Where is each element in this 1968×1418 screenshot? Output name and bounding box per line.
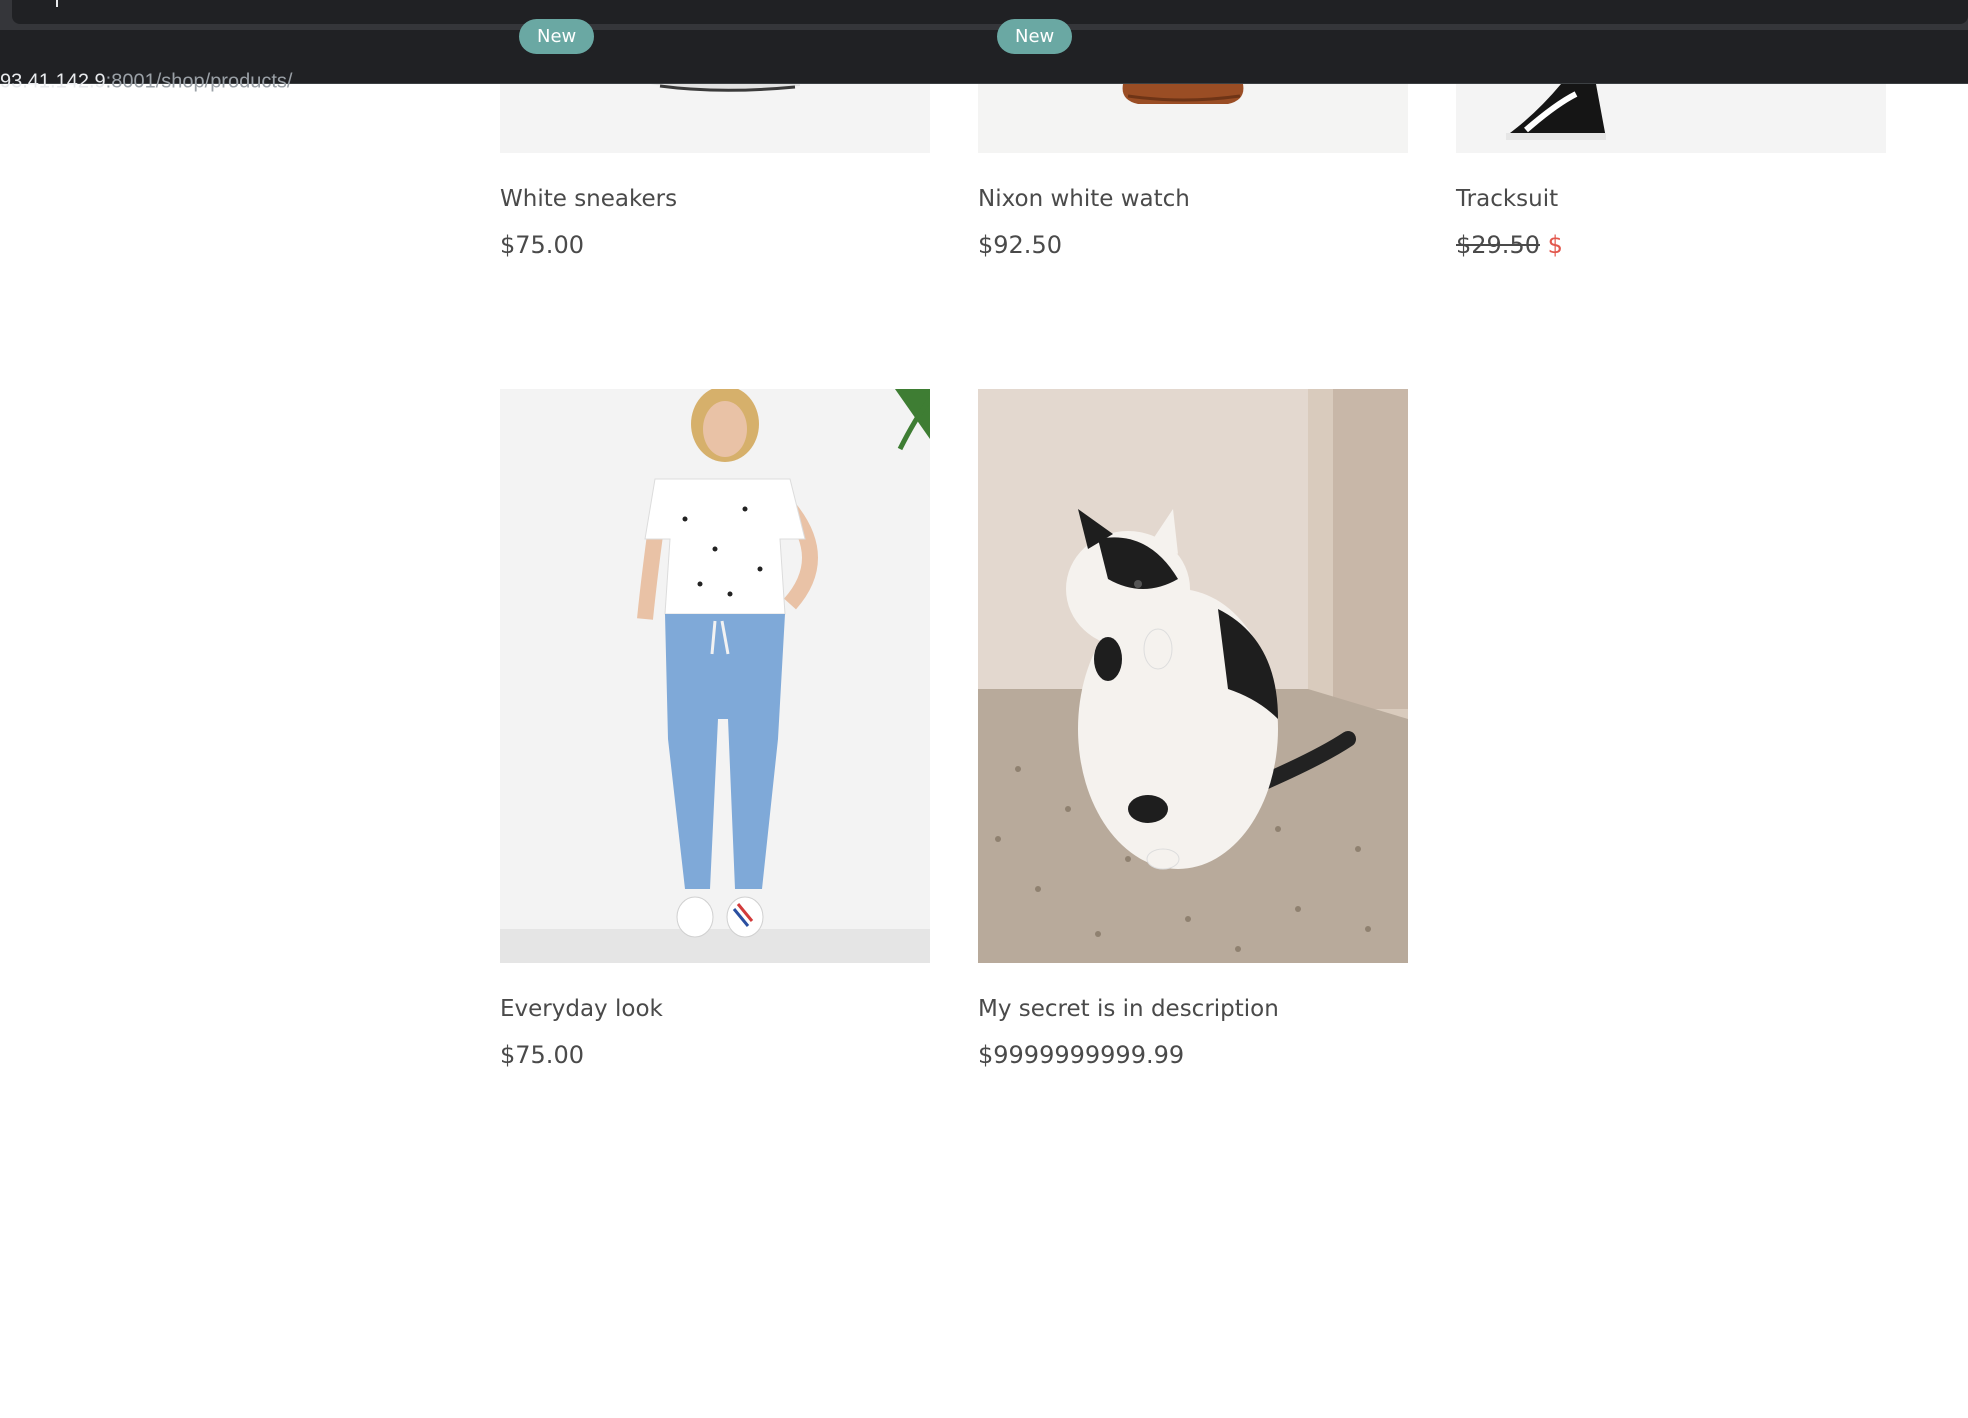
product-price: $29.50 $ <box>1456 231 1563 259</box>
product-image[interactable] <box>1456 84 1886 153</box>
product-name[interactable]: Tracksuit <box>1456 186 1558 212</box>
address-bar[interactable]: 93.41.142.9:8001/shop/products/ <box>0 30 1968 93</box>
watch-photo <box>978 84 1408 153</box>
url-text[interactable]: 93.41.142.9:8001/shop/products/ <box>0 71 292 94</box>
sale-price: $ <box>1547 231 1563 259</box>
product-image[interactable] <box>978 84 1408 153</box>
tab-caret <box>56 0 58 7</box>
url-host: 93.41.142.9 <box>0 70 106 93</box>
woman-jeans-photo <box>500 389 930 963</box>
product-image[interactable] <box>978 389 1408 963</box>
product-name[interactable]: Everyday look <box>500 996 663 1022</box>
product-name[interactable]: White sneakers <box>500 186 677 212</box>
tab-strip[interactable] <box>12 0 1968 24</box>
new-badge: New <box>997 19 1073 54</box>
browser-top-bar <box>0 0 1968 30</box>
product-price: $75.00 <box>500 231 584 259</box>
product-name[interactable]: Nixon white watch <box>978 186 1190 212</box>
sneakers-photo <box>1456 84 1886 153</box>
product-price: $9999999999.99 <box>978 1041 1185 1069</box>
cat-photo <box>978 389 1408 963</box>
white-sneakers-photo <box>500 84 930 153</box>
new-badge: New <box>519 19 595 54</box>
product-name[interactable]: My secret is in description <box>978 996 1279 1022</box>
product-price: $75.00 <box>500 1041 584 1069</box>
url-path: :8001/shop/products/ <box>105 70 293 93</box>
product-image[interactable] <box>500 84 930 153</box>
product-price: $92.50 <box>978 231 1062 259</box>
product-image[interactable] <box>500 389 930 963</box>
old-price: $29.50 <box>1456 231 1540 259</box>
